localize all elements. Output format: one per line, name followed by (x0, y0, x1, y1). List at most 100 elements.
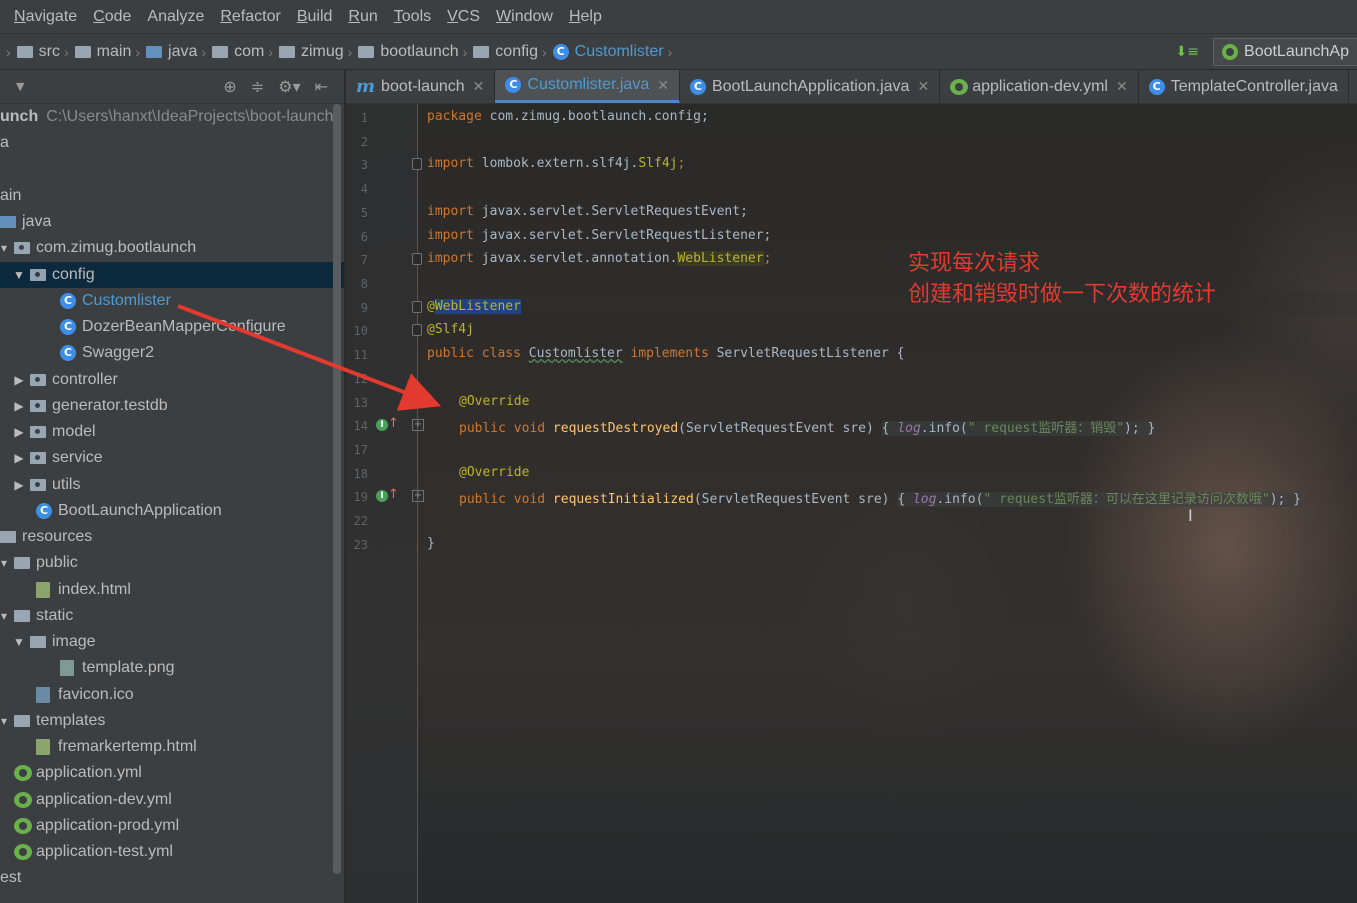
tree-item-package[interactable]: ▾ com.zimug.bootlaunch (0, 235, 344, 261)
tree-item-utils[interactable]: ▶ utils (0, 472, 344, 498)
chevron-down-icon[interactable]: ▾ (0, 609, 8, 623)
tree-item-root[interactable]: unch C:\Users\hanxt\IdeaProjects\boot-la… (0, 104, 344, 130)
run-configuration-dropdown[interactable]: BootLaunchAp (1213, 38, 1357, 66)
tree-item-image[interactable]: ▼ image (0, 629, 344, 655)
expand-icon[interactable]: + (412, 490, 424, 502)
project-scrollbar[interactable] (333, 104, 341, 874)
line-number: 14 (353, 419, 368, 433)
tree-item-partial[interactable]: a (0, 130, 344, 156)
class-name: Customlister (528, 346, 623, 361)
chevron-down-icon[interactable]: ▼ (12, 635, 26, 649)
tab-application-dev[interactable]: application-dev.yml ✕ (940, 70, 1139, 103)
chevron-right-icon[interactable]: ▶ (12, 425, 26, 439)
menu-help[interactable]: Help (569, 8, 602, 26)
tree-item-service[interactable]: ▶ service (0, 445, 344, 471)
fold-marker-icon[interactable] (412, 158, 422, 170)
tab-customlister[interactable]: C Customlister.java ✕ (495, 70, 680, 103)
breadcrumb-com[interactable]: com (234, 43, 264, 61)
breadcrumb-bootlaunch[interactable]: bootlaunch (380, 43, 458, 61)
chevron-down-icon[interactable]: ▾ (0, 241, 8, 255)
chevron-down-icon[interactable]: ▼ (12, 268, 26, 282)
spring-yml-icon (950, 78, 969, 95)
collapse-all-icon[interactable]: ≑ (251, 77, 264, 96)
breadcrumb-java[interactable]: java (168, 43, 197, 61)
menu-code[interactable]: Code (93, 8, 131, 26)
locate-icon[interactable]: ⊕ (223, 77, 236, 96)
chevron-right-icon: › (135, 43, 141, 60)
tree-label: index.html (58, 581, 131, 598)
tree-item-public[interactable]: ▾ public (0, 550, 344, 576)
code-line-13: @Override (459, 394, 529, 409)
breadcrumb-src[interactable]: src (39, 43, 60, 61)
chevron-down-icon[interactable]: ▼ (16, 80, 24, 93)
chevron-right-icon[interactable]: ▶ (12, 451, 26, 465)
tree-item-swagger[interactable]: C Swagger2 (0, 340, 344, 366)
keyword: package (427, 109, 482, 124)
resources-folder-icon (0, 531, 16, 543)
tree-item-application-prod[interactable]: application-prod.yml (0, 813, 344, 839)
hide-panel-icon[interactable]: ⇤ (315, 77, 328, 96)
tab-boot-launch[interactable]: m boot-launch ✕ (346, 70, 496, 103)
code-text: ServletRequestListener { (716, 346, 905, 361)
breadcrumb-customlister[interactable]: Customlister (575, 43, 664, 61)
tree-item-static[interactable]: ▾ static (0, 603, 344, 629)
line-number: 13 (353, 396, 368, 410)
tree-item-dozer[interactable]: C DozerBeanMapperConfigure (0, 314, 344, 340)
keyword: import (427, 251, 474, 266)
close-icon[interactable]: ✕ (917, 78, 929, 95)
module-icon: m (356, 76, 376, 97)
tree-item-fremarker[interactable]: fremarkertemp.html (0, 734, 344, 760)
menu-analyze[interactable]: Analyze (147, 8, 204, 26)
tree-item-test[interactable]: est (0, 865, 344, 891)
tree-label: DozerBeanMapperConfigure (82, 318, 286, 335)
close-icon[interactable]: ✕ (657, 77, 669, 94)
sort-icon[interactable]: ⬇≡ (1176, 44, 1199, 60)
menu-build[interactable]: Build (297, 8, 333, 26)
close-icon[interactable]: ✕ (473, 78, 485, 95)
tree-item-main[interactable]: ain (0, 183, 344, 209)
tree-item-java[interactable]: java (0, 209, 344, 235)
tree-item-controller[interactable]: ▶ controller (0, 367, 344, 393)
tree-item-index[interactable]: index.html (0, 577, 344, 603)
tree-item-config[interactable]: ▼ config (0, 262, 344, 288)
tree-item-model[interactable]: ▶ model (0, 419, 344, 445)
tree-item-generator[interactable]: ▶ generator.testdb (0, 393, 344, 419)
tab-bootlaunchapplication[interactable]: C BootLaunchApplication.java ✕ (680, 70, 941, 103)
fold-marker-icon[interactable] (412, 301, 422, 313)
tree-item-templates[interactable]: ▾ templates (0, 708, 344, 734)
fold-marker-icon[interactable] (412, 253, 422, 265)
expand-icon[interactable]: + (412, 419, 424, 431)
tree-item-application-dev[interactable]: application-dev.yml (0, 787, 344, 813)
menu-refactor[interactable]: Refactor (220, 8, 280, 26)
chevron-down-icon[interactable]: ▾ (0, 714, 8, 728)
tab-templatecontroller[interactable]: C TemplateController.java (1139, 70, 1349, 103)
menu-run[interactable]: Run (348, 8, 377, 26)
implements-method-icon[interactable]: I (376, 419, 388, 431)
chevron-down-icon[interactable]: ▾ (0, 556, 8, 570)
implements-method-icon[interactable]: I (376, 490, 388, 502)
tree-item-resources[interactable]: resources (0, 524, 344, 550)
fold-marker-icon[interactable] (412, 324, 422, 336)
tree-label: public (36, 554, 78, 571)
folded-body[interactable]: { log.info(" request监听器：销毁"); } (881, 421, 1156, 436)
tree-item-template-png[interactable]: template.png (0, 655, 344, 681)
breadcrumb-zimug[interactable]: zimug (301, 43, 344, 61)
breadcrumb-config[interactable]: config (495, 43, 538, 61)
tree-item-application-yml[interactable]: application.yml (0, 760, 344, 786)
tree-item-bootapp[interactable]: C BootLaunchApplication (0, 498, 344, 524)
tree-item-favicon[interactable]: favicon.ico (0, 682, 344, 708)
chevron-right-icon[interactable]: ▶ (12, 373, 26, 387)
menu-navigate[interactable]: Navigate (14, 8, 77, 26)
breadcrumb-main[interactable]: main (97, 43, 132, 61)
tree-item-application-test[interactable]: application-test.yml (0, 839, 344, 865)
tree-item-customlister[interactable]: C Customlister (0, 288, 344, 314)
chevron-right-icon[interactable]: ▶ (12, 399, 26, 413)
menu-window[interactable]: Window (496, 8, 553, 26)
close-icon[interactable]: ✕ (1116, 78, 1128, 95)
chevron-right-icon[interactable]: ▶ (12, 478, 26, 492)
menu-tools[interactable]: Tools (394, 8, 431, 26)
folded-body[interactable]: { log.info(" request监听器：可以在这里记录访问次数哦"); … (897, 492, 1302, 507)
code-editor[interactable]: 1 2 3 4 5 6 7 8 9 10 11 12 13 14 17 18 1… (346, 104, 1357, 903)
menu-vcs[interactable]: VCS (447, 8, 480, 26)
gear-icon[interactable]: ⚙▾ (278, 77, 300, 96)
